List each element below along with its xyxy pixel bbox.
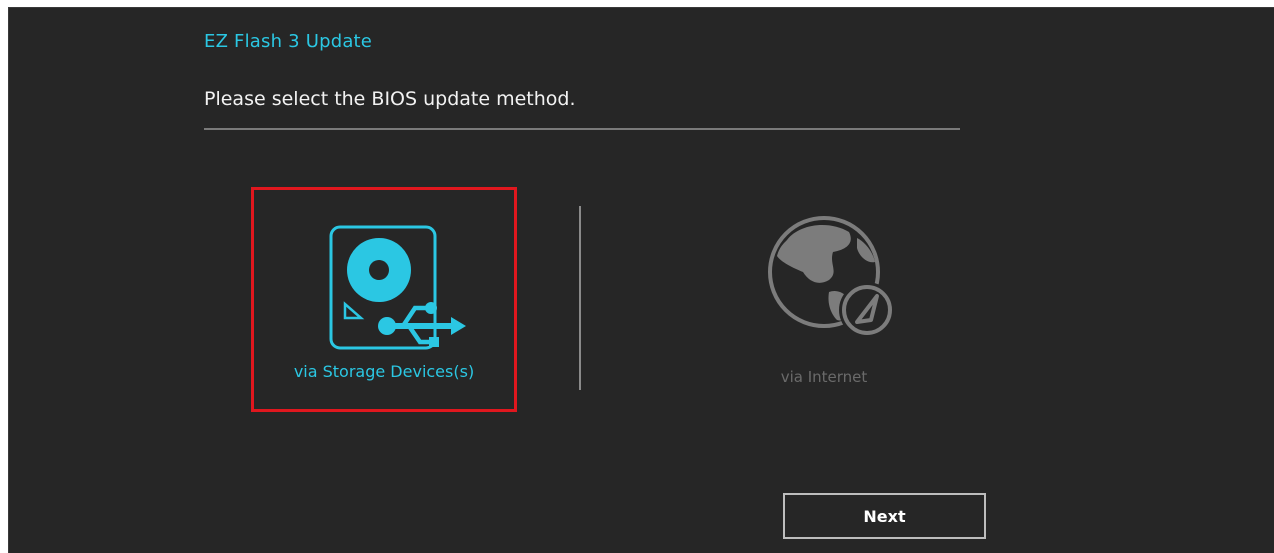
- option-storage-devices[interactable]: via Storage Devices(s): [251, 187, 517, 412]
- option-internet[interactable]: via Internet: [709, 198, 939, 398]
- option-storage-label: via Storage Devices(s): [293, 362, 475, 381]
- storage-usb-icon: [329, 225, 466, 350]
- next-button[interactable]: Next: [783, 493, 986, 539]
- globe-compass-icon: [768, 216, 895, 338]
- window-title: EZ Flash 3 Update: [204, 31, 373, 52]
- options-separator: [579, 206, 581, 390]
- option-internet-label: via Internet: [780, 368, 868, 386]
- header-divider: [204, 128, 960, 130]
- update-method-prompt: Please select the BIOS update method.: [204, 88, 576, 110]
- ez-flash-window: EZ Flash 3 Update Please select the BIOS…: [8, 7, 1274, 553]
